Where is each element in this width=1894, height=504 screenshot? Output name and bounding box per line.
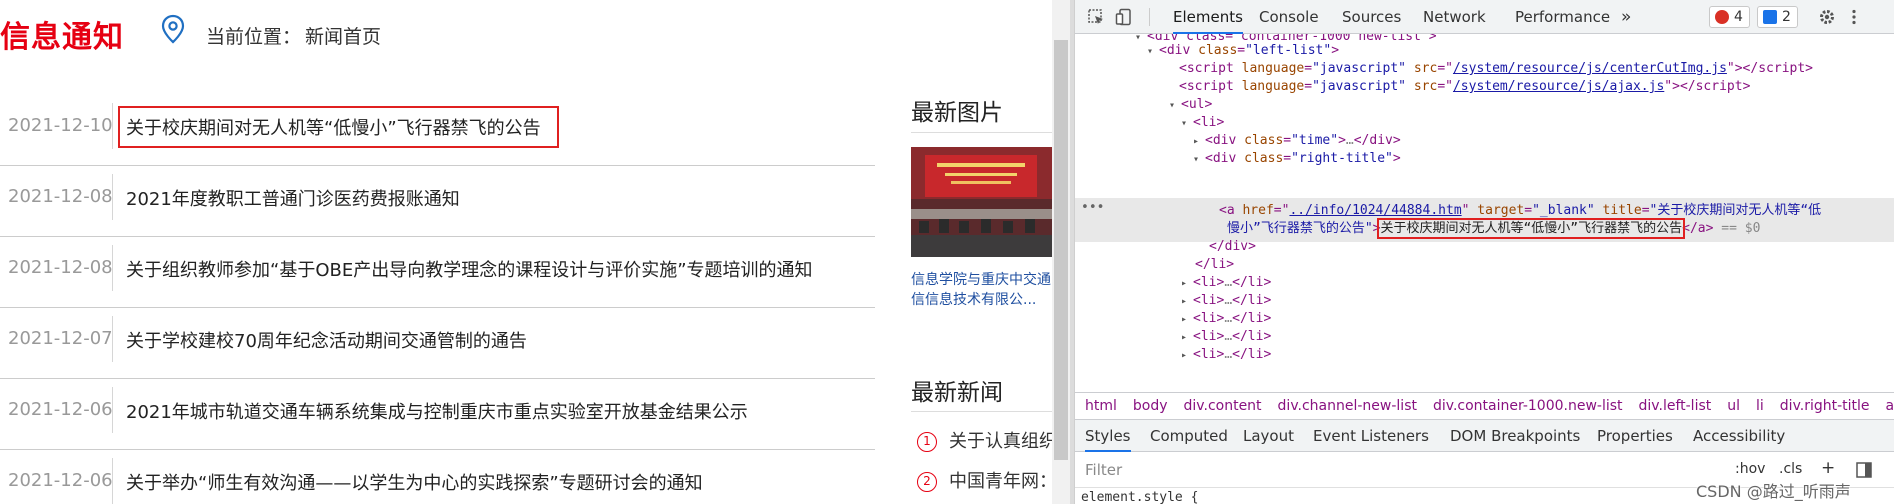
breadcrumb-item[interactable]: li bbox=[1748, 393, 1772, 419]
divider bbox=[112, 174, 113, 220]
href-link[interactable]: ../info/1024/44884.htm bbox=[1289, 203, 1461, 218]
divider bbox=[911, 411, 1052, 412]
dom-node[interactable]: ▾ <div class="right-title"> bbox=[1193, 148, 1401, 169]
kebab-menu-icon[interactable] bbox=[1845, 8, 1863, 26]
location-label: 当前位置： bbox=[206, 26, 302, 48]
new-style-rule-button[interactable]: + bbox=[1821, 458, 1835, 478]
tab-computed[interactable]: Computed bbox=[1150, 420, 1228, 452]
news-date: 2021-12-08 bbox=[8, 257, 113, 278]
latest-photo-thumbnail[interactable] bbox=[911, 147, 1052, 257]
scrollbar-thumb[interactable] bbox=[1054, 40, 1068, 460]
tab-styles[interactable]: Styles bbox=[1085, 420, 1131, 452]
breadcrumb-item[interactable]: div.left-list bbox=[1631, 393, 1720, 419]
device-toolbar-icon[interactable] bbox=[1115, 8, 1133, 26]
breadcrumb-item[interactable]: div.container-1000.new-list bbox=[1425, 393, 1631, 419]
tab-performance[interactable]: Performance bbox=[1515, 0, 1610, 34]
news-row: 2021-12-10 关于校庆期间对无人机等“低慢小”飞行器禁飞的公告 bbox=[0, 95, 875, 166]
messages-badge[interactable]: 2 bbox=[1757, 6, 1798, 28]
news-title-link[interactable]: 关于举办“师生有效沟通——以学生为中心的实践探索”专题研讨会的通知 bbox=[126, 469, 703, 495]
photo-caption-link[interactable]: 信息学院与重庆中交通信信息技术有限公... bbox=[911, 270, 1052, 312]
dom-breadcrumb: html body div.content div.channel-new-list d… bbox=[1075, 392, 1894, 420]
breadcrumb-item[interactable]: body bbox=[1125, 393, 1176, 419]
news-title-link[interactable]: 2021年度教职工普通门诊医药费报账通知 bbox=[126, 185, 460, 211]
tab-accessibility[interactable]: Accessibility bbox=[1693, 420, 1785, 452]
latest-news-heading: 最新新闻 bbox=[911, 380, 1003, 406]
divider bbox=[112, 103, 113, 149]
node-actions-ellipsis[interactable]: ••• bbox=[1081, 200, 1104, 215]
breadcrumb-item[interactable]: div.channel-new-list bbox=[1270, 393, 1425, 419]
gear-icon[interactable] bbox=[1818, 8, 1836, 26]
sidebar-toggle-icon[interactable] bbox=[1855, 461, 1873, 479]
styles-filter-input[interactable]: Filter bbox=[1085, 461, 1122, 479]
element-style-rule[interactable]: element.style { bbox=[1081, 490, 1198, 504]
dom-tree[interactable]: ••• ▾ <div class="container-1000 new-list… bbox=[1075, 34, 1894, 392]
news-row: 2021-12-06 关于举办“师生有效沟通——以学生为中心的实践探索”专题研讨… bbox=[0, 450, 875, 504]
divider bbox=[112, 316, 113, 362]
news-date: 2021-12-07 bbox=[8, 328, 113, 349]
event-photo-image bbox=[911, 147, 1052, 257]
dom-node[interactable]: <script language="javascript" src="/syst… bbox=[1179, 76, 1750, 97]
latest-photos-heading: 最新图片 bbox=[911, 100, 1003, 126]
more-tabs-chevron-icon[interactable]: » bbox=[1621, 0, 1631, 34]
breadcrumb-item[interactable]: div.content bbox=[1176, 393, 1270, 419]
news-date: 2021-12-06 bbox=[8, 399, 113, 420]
news-list: 2021-12-10 关于校庆期间对无人机等“低慢小”飞行器禁飞的公告 2021… bbox=[0, 95, 875, 504]
news-title-link[interactable]: 关于学校建校70周年纪念活动期间交通管制的通告 bbox=[126, 327, 527, 353]
styles-panel-tabs: Styles Computed Layout Event Listeners D… bbox=[1075, 420, 1894, 452]
page-scrollbar[interactable] bbox=[1052, 0, 1070, 504]
watermark: CSDN @路过_听雨声 bbox=[1696, 482, 1851, 501]
location-pin-icon bbox=[161, 14, 185, 44]
news-row: 2021-12-07 关于学校建校70周年纪念活动期间交通管制的通告 bbox=[0, 308, 875, 379]
tab-network[interactable]: Network bbox=[1423, 0, 1486, 34]
tab-dom-breakpoints[interactable]: DOM Breakpoints bbox=[1450, 420, 1580, 452]
site-title: 信息通知 bbox=[0, 20, 124, 55]
script-src-link[interactable]: /system/resource/js/centerCutImg.js bbox=[1453, 61, 1727, 76]
tab-layout[interactable]: Layout bbox=[1243, 420, 1294, 452]
latest-news-text: 中国青年网： bbox=[949, 471, 1052, 492]
number-badge: 1 bbox=[917, 432, 937, 452]
selected-dom-node-cont[interactable]: 慢小”飞行器禁飞的公告">关于校庆期间对无人机等“低慢小”飞行器禁飞的公告</a… bbox=[1227, 218, 1760, 239]
news-date: 2021-12-08 bbox=[8, 186, 113, 207]
errors-badge[interactable]: 4 bbox=[1709, 6, 1750, 28]
latest-news-item[interactable]: 1 关于认真组织 bbox=[917, 427, 1052, 453]
webpage-viewport: 信息通知 当前位置： 新闻首页 2021-12-10 关于校庆期间对无人机等“低… bbox=[0, 0, 1052, 504]
news-date: 2021-12-06 bbox=[8, 470, 113, 491]
error-icon bbox=[1715, 10, 1729, 24]
tab-properties[interactable]: Properties bbox=[1597, 420, 1673, 452]
class-toggle[interactable]: .cls bbox=[1779, 461, 1802, 477]
breadcrumb-item[interactable]: div.right-title bbox=[1772, 393, 1878, 419]
divider bbox=[1149, 8, 1150, 26]
news-date: 2021-12-10 bbox=[8, 115, 113, 136]
divider bbox=[112, 245, 113, 291]
divider bbox=[911, 132, 1052, 133]
breadcrumb-item[interactable]: a bbox=[1878, 393, 1894, 419]
tab-elements[interactable]: Elements bbox=[1173, 0, 1243, 34]
breadcrumb-item[interactable]: html bbox=[1075, 393, 1125, 419]
news-title-link[interactable]: 关于组织教师参加“基于OBE产出导向教学理念的课程设计与评价实施”专题培训的通知 bbox=[126, 256, 813, 282]
news-row: 2021-12-08 2021年度教职工普通门诊医药费报账通知 bbox=[0, 166, 875, 237]
tab-event-listeners[interactable]: Event Listeners bbox=[1313, 420, 1429, 452]
divider bbox=[112, 387, 113, 433]
news-row: 2021-12-06 2021年城市轨道交通车辆系统集成与控制重庆市重点实验室开… bbox=[0, 379, 875, 450]
news-row: 2021-12-08 关于组织教师参加“基于OBE产出导向教学理念的课程设计与评… bbox=[0, 237, 875, 308]
inspect-element-icon[interactable] bbox=[1087, 8, 1105, 26]
location-breadcrumb-link[interactable]: 新闻首页 bbox=[305, 22, 381, 49]
devtools-toolbar: Elements Console Sources Network Perform… bbox=[1075, 0, 1894, 34]
latest-news-text: 关于认真组织 bbox=[949, 431, 1052, 452]
message-icon bbox=[1763, 10, 1777, 24]
tab-sources[interactable]: Sources bbox=[1342, 0, 1401, 34]
script-src-link[interactable]: /system/resource/js/ajax.js bbox=[1453, 79, 1664, 94]
devtools-panel: Elements Console Sources Network Perform… bbox=[1074, 0, 1894, 504]
news-title-link[interactable]: 关于校庆期间对无人机等“低慢小”飞行器禁飞的公告 bbox=[118, 106, 559, 148]
anchor-text-node[interactable]: 关于校庆期间对无人机等“低慢小”飞行器禁飞的公告 bbox=[1377, 218, 1686, 239]
tab-console[interactable]: Console bbox=[1259, 0, 1319, 34]
divider bbox=[112, 458, 113, 504]
hover-state-toggle[interactable]: :hov bbox=[1735, 461, 1765, 477]
latest-news-item[interactable]: 2 中国青年网： bbox=[917, 467, 1052, 493]
breadcrumb-item[interactable]: ul bbox=[1719, 393, 1748, 419]
number-badge: 2 bbox=[917, 472, 937, 492]
dom-node[interactable]: ▸ <li>…</li> bbox=[1181, 344, 1271, 365]
news-title-link[interactable]: 2021年城市轨道交通车辆系统集成与控制重庆市重点实验室开放基金结果公示 bbox=[126, 398, 748, 424]
